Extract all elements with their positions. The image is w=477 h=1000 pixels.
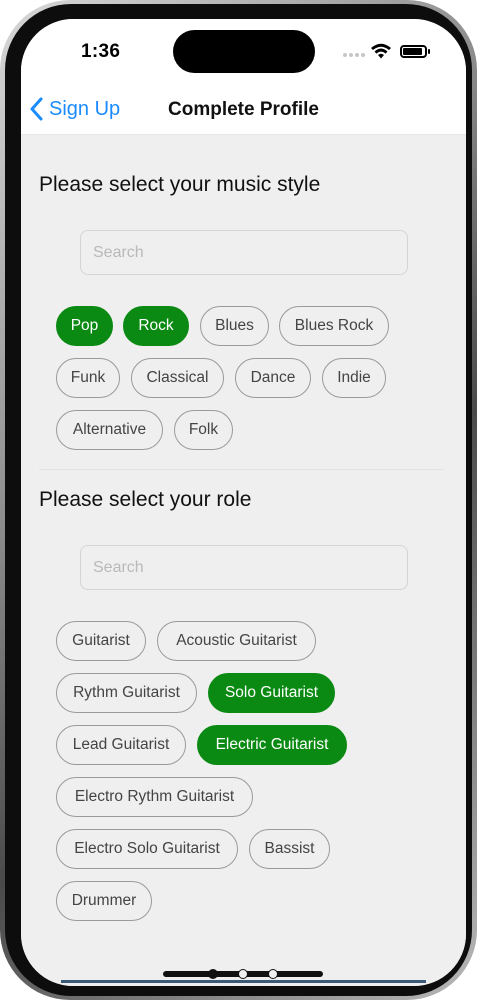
music-chip-rock[interactable]: Rock bbox=[123, 306, 189, 346]
chip-label: Funk bbox=[70, 369, 106, 386]
chip-label: Rythm Guitarist bbox=[73, 684, 180, 701]
role-chip-electro-rythm-guitarist[interactable]: Electro Rythm Guitarist bbox=[56, 777, 253, 817]
music-chip-blues[interactable]: Blues bbox=[200, 306, 269, 346]
chip-label: Rock bbox=[138, 317, 174, 334]
music-style-search[interactable] bbox=[80, 230, 408, 275]
chip-label: Electro Rythm Guitarist bbox=[74, 788, 235, 805]
role-chip-bassist[interactable]: Bassist bbox=[249, 829, 330, 869]
chip-label: Bassist bbox=[264, 840, 315, 857]
role-chip-drummer[interactable]: Drummer bbox=[56, 881, 152, 921]
chip-label: Guitarist bbox=[72, 632, 130, 649]
music-style-heading: Please select your music style bbox=[39, 173, 321, 196]
chip-label: Blues bbox=[215, 317, 254, 334]
back-button[interactable]: Sign Up bbox=[29, 97, 120, 121]
wifi-icon bbox=[371, 43, 391, 59]
chip-label: Dance bbox=[250, 369, 296, 386]
role-search[interactable] bbox=[80, 545, 408, 590]
role-chip-lead-guitarist[interactable]: Lead Guitarist bbox=[56, 725, 186, 765]
navigation-bar: Complete Profile Sign Up bbox=[21, 81, 466, 135]
bottom-edge-strip bbox=[61, 980, 426, 983]
role-heading: Please select your role bbox=[39, 488, 252, 511]
page-dot bbox=[238, 969, 248, 979]
screen: 1:36 Complete Profile Sign Up Please sel… bbox=[21, 19, 466, 986]
phone-frame: 1:36 Complete Profile Sign Up Please sel… bbox=[0, 0, 477, 1000]
role-chip-electro-solo-guitarist[interactable]: Electro Solo Guitarist bbox=[56, 829, 238, 869]
back-button-label: Sign Up bbox=[49, 97, 121, 120]
chip-label: Acoustic Guitarist bbox=[176, 632, 297, 649]
role-chip-rythm-guitarist[interactable]: Rythm Guitarist bbox=[56, 673, 197, 713]
music-chip-blues-rock[interactable]: Blues Rock bbox=[279, 306, 389, 346]
chip-label: Electric Guitarist bbox=[215, 736, 329, 753]
chip-label: Solo Guitarist bbox=[224, 684, 319, 701]
music-chip-dance[interactable]: Dance bbox=[235, 358, 311, 398]
music-style-search-input[interactable] bbox=[81, 231, 407, 274]
profile-form: Please select your music style Pop Rock … bbox=[21, 135, 466, 986]
music-chip-classical[interactable]: Classical bbox=[131, 358, 224, 398]
music-chip-alternative[interactable]: Alternative bbox=[56, 410, 163, 450]
phone-bezel: 1:36 Complete Profile Sign Up Please sel… bbox=[5, 4, 472, 996]
music-chip-pop[interactable]: Pop bbox=[56, 306, 113, 346]
signal-icon bbox=[343, 53, 365, 59]
role-search-input[interactable] bbox=[81, 546, 407, 589]
chip-label: Folk bbox=[188, 421, 219, 438]
chip-label: Classical bbox=[146, 369, 209, 386]
page-dot-active bbox=[208, 969, 218, 979]
role-chip-solo-guitarist[interactable]: Solo Guitarist bbox=[208, 673, 335, 713]
music-chip-indie[interactable]: Indie bbox=[322, 358, 386, 398]
chip-label: Pop bbox=[70, 317, 99, 334]
chip-label: Lead Guitarist bbox=[72, 736, 170, 753]
battery-icon bbox=[400, 45, 430, 58]
music-chip-folk[interactable]: Folk bbox=[174, 410, 233, 450]
role-chip-guitarist[interactable]: Guitarist bbox=[56, 621, 146, 661]
section-divider bbox=[39, 469, 444, 470]
status-bar: 1:36 bbox=[21, 19, 466, 81]
music-chip-funk[interactable]: Funk bbox=[56, 358, 120, 398]
page-dot bbox=[268, 969, 278, 979]
chip-label: Alternative bbox=[72, 421, 147, 438]
chip-label: Indie bbox=[337, 369, 371, 386]
status-time: 1:36 bbox=[81, 41, 121, 62]
chip-label: Electro Solo Guitarist bbox=[74, 840, 220, 857]
role-chip-acoustic-guitarist[interactable]: Acoustic Guitarist bbox=[157, 621, 316, 661]
chevron-left-icon bbox=[30, 97, 43, 121]
dynamic-island bbox=[173, 30, 315, 73]
chip-label: Blues Rock bbox=[294, 317, 374, 334]
role-chip-electric-guitarist[interactable]: Electric Guitarist bbox=[197, 725, 347, 765]
chip-label: Drummer bbox=[71, 892, 137, 909]
